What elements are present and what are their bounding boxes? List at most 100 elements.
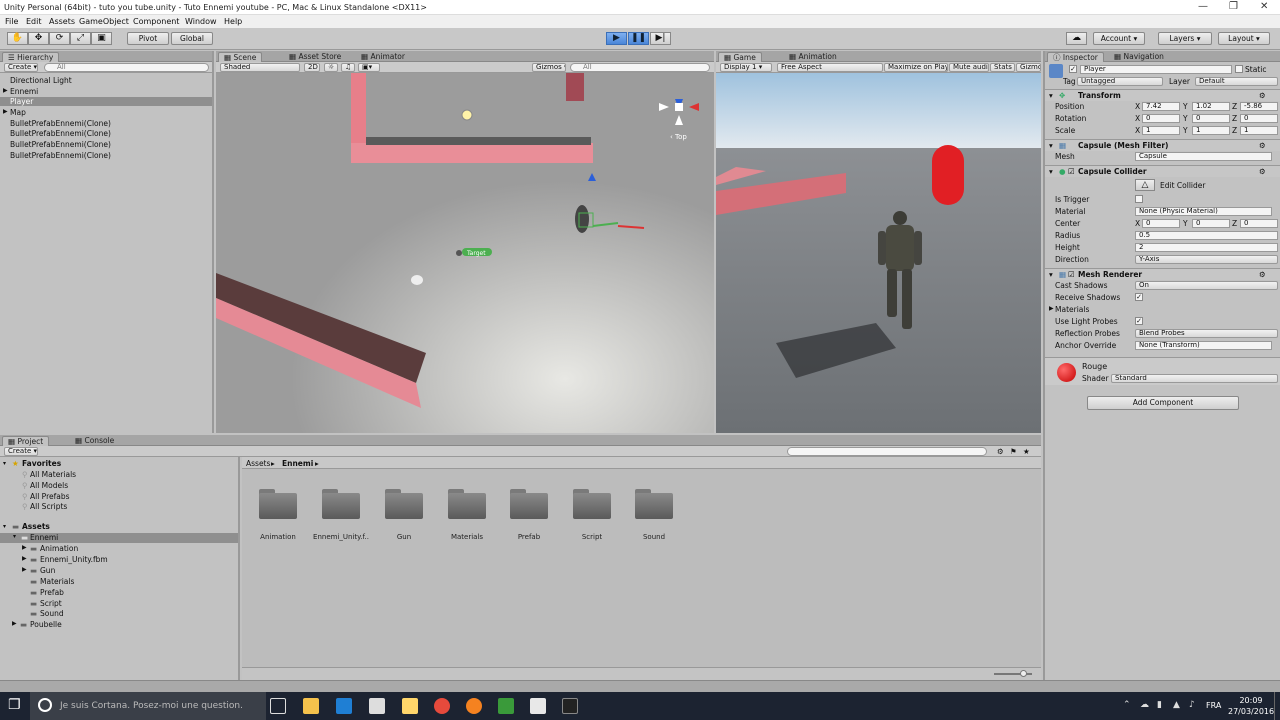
center-z-input[interactable]: 0 bbox=[1240, 219, 1278, 228]
foldout-arrow-icon[interactable]: ▾ bbox=[1049, 167, 1053, 176]
folder-materials[interactable] bbox=[448, 489, 486, 519]
gameobject-name-input[interactable]: Player bbox=[1080, 65, 1232, 74]
receive-shadows-checkbox[interactable]: ✓ bbox=[1135, 293, 1143, 301]
favorite-all-models[interactable]: All Models bbox=[30, 481, 68, 490]
project-create-dropdown[interactable]: Create ▾ bbox=[4, 447, 38, 456]
scale-x-input[interactable]: 1 bbox=[1142, 126, 1180, 135]
rect-tool-icon[interactable]: ▣ bbox=[91, 32, 112, 45]
favorites-foldout-icon[interactable]: ▾ bbox=[3, 460, 6, 467]
tab-inspector[interactable]: ⓘ Inspector bbox=[1047, 52, 1104, 62]
active-checkbox[interactable]: ✓ bbox=[1069, 65, 1077, 73]
filter-type-icon[interactable]: ⚙ bbox=[997, 447, 1004, 456]
account-dropdown[interactable]: Account ▾ bbox=[1093, 32, 1145, 45]
lighting-toggle-icon[interactable]: ☼ bbox=[324, 63, 338, 72]
expand-arrow-icon[interactable]: ▶ bbox=[22, 544, 27, 551]
static-checkbox[interactable] bbox=[1235, 65, 1243, 73]
gizmo-center[interactable] bbox=[675, 103, 683, 111]
mode-2d-toggle[interactable]: 2D bbox=[304, 63, 320, 72]
network-icon[interactable]: ▲ bbox=[1173, 700, 1180, 710]
rotation-x-input[interactable]: 0 bbox=[1142, 114, 1180, 123]
chrome-icon[interactable] bbox=[434, 698, 450, 714]
foldout-arrow-icon[interactable]: ▾ bbox=[1049, 270, 1053, 279]
menu-gameobject[interactable]: GameObject bbox=[79, 17, 129, 26]
component-settings-icon[interactable]: ⚙ bbox=[1259, 91, 1266, 100]
menu-window[interactable]: Window bbox=[185, 17, 217, 26]
component-settings-icon[interactable]: ⚙ bbox=[1259, 141, 1266, 150]
rotation-z-input[interactable]: 0 bbox=[1240, 114, 1278, 123]
foldout-arrow-icon[interactable]: ▾ bbox=[1049, 141, 1053, 150]
windows-start-icon[interactable]: ❐ bbox=[8, 697, 21, 713]
tab-project[interactable]: ▦ Project bbox=[2, 436, 50, 446]
breadcrumb-ennemi[interactable]: Ennemi bbox=[282, 459, 313, 468]
mesh-renderer-header[interactable]: ▾ ▦ ☑ Mesh Renderer ⚙ bbox=[1045, 268, 1280, 280]
store-icon[interactable] bbox=[369, 698, 385, 714]
display-dropdown[interactable]: Display 1 ▾ bbox=[720, 63, 772, 72]
light-gizmo-icon[interactable] bbox=[461, 109, 473, 121]
tree-item-materials[interactable]: Materials bbox=[40, 577, 74, 586]
folder-animation[interactable] bbox=[259, 489, 297, 519]
play-icon[interactable]: ▶ bbox=[606, 32, 627, 45]
menu-component[interactable]: Component bbox=[133, 17, 179, 26]
center-x-input[interactable]: 0 bbox=[1142, 219, 1180, 228]
position-z-input[interactable]: -5.86 bbox=[1240, 102, 1278, 111]
position-y-input[interactable]: 1.02 bbox=[1192, 102, 1230, 111]
tree-item-gun[interactable]: Gun bbox=[40, 566, 55, 575]
game-view[interactable] bbox=[716, 73, 1041, 433]
hierarchy-item-ennemi[interactable]: Ennemi bbox=[10, 87, 38, 96]
tab-animator[interactable]: ▦ Animator bbox=[356, 52, 410, 62]
rotate-tool-icon[interactable]: ⟳ bbox=[49, 32, 70, 45]
folder-prefab[interactable] bbox=[510, 489, 548, 519]
scale-tool-icon[interactable]: ⤢ bbox=[70, 32, 91, 45]
height-input[interactable]: 2 bbox=[1135, 243, 1278, 252]
scene-view[interactable]: Target ‹ Top bbox=[216, 73, 714, 433]
aspect-dropdown[interactable]: Free Aspect bbox=[777, 63, 883, 72]
layer-dropdown[interactable]: Default bbox=[1195, 77, 1278, 86]
show-desktop-button[interactable] bbox=[1274, 692, 1280, 720]
hierarchy-create-dropdown[interactable]: Create ▾ bbox=[4, 63, 38, 72]
expand-arrow-icon[interactable]: ▶ bbox=[3, 108, 8, 115]
layers-dropdown[interactable]: Layers ▾ bbox=[1158, 32, 1212, 45]
hierarchy-item-bullet-3[interactable]: BulletPrefabEnnemi(Clone) bbox=[10, 140, 111, 149]
hierarchy-item-map[interactable]: Map bbox=[10, 108, 26, 117]
notepad-icon[interactable] bbox=[498, 698, 514, 714]
tray-icon[interactable]: ☁ bbox=[1140, 700, 1149, 710]
expand-arrow-icon[interactable]: ▶ bbox=[22, 566, 27, 573]
folder-script[interactable] bbox=[573, 489, 611, 519]
is-trigger-checkbox[interactable] bbox=[1135, 195, 1143, 203]
shader-dropdown[interactable]: Standard bbox=[1111, 374, 1278, 383]
tree-item-poubelle[interactable]: Poubelle bbox=[30, 620, 62, 629]
menu-assets[interactable]: Assets bbox=[49, 17, 75, 26]
component-settings-icon[interactable]: ⚙ bbox=[1259, 270, 1266, 279]
global-button[interactable]: Global bbox=[171, 32, 213, 45]
anchor-override-field[interactable]: None (Transform) bbox=[1135, 341, 1272, 350]
effects-dropdown-icon[interactable]: ▣▾ bbox=[358, 63, 380, 72]
assets-foldout-icon[interactable]: ▾ bbox=[3, 523, 6, 530]
menu-help[interactable]: Help bbox=[224, 17, 242, 26]
hierarchy-item-player[interactable]: Player bbox=[0, 97, 212, 106]
mute-audio-toggle[interactable]: Mute audio bbox=[949, 63, 989, 72]
hierarchy-item-directional-light[interactable]: Directional Light bbox=[10, 76, 72, 85]
mesh-filter-header[interactable]: ▾ ▦ Capsule (Mesh Filter) ⚙ bbox=[1045, 139, 1280, 151]
hierarchy-item-bullet-2[interactable]: BulletPrefabEnnemi(Clone) bbox=[10, 129, 111, 138]
ennemi-foldout-icon[interactable]: ▾ bbox=[13, 533, 16, 540]
scale-z-input[interactable]: 1 bbox=[1240, 126, 1278, 135]
tab-hierarchy[interactable]: ☰ Hierarchy bbox=[2, 52, 60, 62]
unity-icon[interactable] bbox=[562, 698, 578, 714]
favorite-all-materials[interactable]: All Materials bbox=[30, 470, 76, 479]
add-component-button[interactable]: Add Component bbox=[1087, 396, 1239, 410]
foldout-arrow-icon[interactable]: ▾ bbox=[1049, 91, 1053, 100]
expand-arrow-icon[interactable]: ▶ bbox=[3, 87, 8, 94]
project-search-input[interactable] bbox=[787, 447, 987, 456]
step-icon[interactable]: ▶| bbox=[650, 32, 671, 45]
tag-dropdown[interactable]: Untagged bbox=[1077, 77, 1163, 86]
tree-item-sound[interactable]: Sound bbox=[40, 609, 64, 618]
tab-asset-store[interactable]: ▦ Asset Store bbox=[284, 52, 346, 62]
hierarchy-item-bullet-1[interactable]: BulletPrefabEnnemi(Clone) bbox=[10, 119, 111, 128]
menu-edit[interactable]: Edit bbox=[26, 17, 42, 26]
expand-arrow-icon[interactable]: ▶ bbox=[22, 555, 27, 562]
rotation-y-input[interactable]: 0 bbox=[1192, 114, 1230, 123]
stats-toggle[interactable]: Stats bbox=[990, 63, 1015, 72]
gizmos-dropdown[interactable]: Gizmos ▾ bbox=[532, 63, 566, 72]
tab-console[interactable]: ▦ Console bbox=[70, 436, 119, 446]
scale-y-input[interactable]: 1 bbox=[1192, 126, 1230, 135]
